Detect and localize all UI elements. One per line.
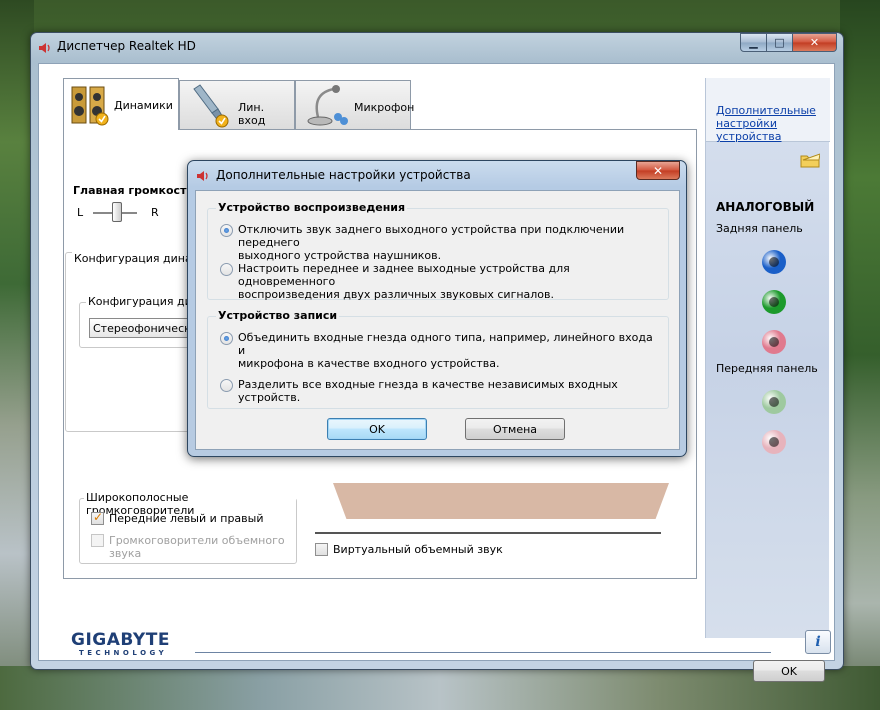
record-combine-radio[interactable] [220,332,233,345]
virtual-surround-label: Виртуальный объемный звук [333,543,503,556]
surround-speakers-label: Громкоговорители объемного звука [109,534,285,560]
advanced-device-settings-link[interactable]: Дополнительные настройки устройства [716,104,822,143]
playback-opt1-line1: Отключить звук заднего выходного устройс… [238,223,625,249]
info-icon: i [815,634,821,650]
rear-panel-label: Задняя панель [716,222,803,235]
folder-icon[interactable] [800,152,820,168]
close-button[interactable]: ✕ [793,33,837,52]
main-ok-button[interactable]: OK [753,660,825,682]
desktop-background-left [0,0,34,710]
microphone-icon [307,85,348,126]
speaker-dialog-icon [197,171,208,181]
rear-jack-blue[interactable] [762,250,786,274]
dialog-ok-button[interactable]: OK [327,418,427,440]
playback-device-group: Устройство воспроизведения Отключить зву… [207,201,669,301]
advanced-settings-dialog: Дополнительные настройки устройства ✕ Ус… [187,160,687,457]
tab-microphone-label: Микрофон [354,101,415,114]
line-in-icon [193,84,229,128]
desktop-background-bottom [0,666,880,710]
dialog-client-area: Устройство воспроизведения Отключить зву… [195,190,680,450]
recording-device-group: Устройство записи Объединить входные гне… [207,309,669,409]
balance-slider-thumb[interactable] [112,202,122,222]
balance-right-label: R [151,206,159,219]
link-line3: устройства [716,130,782,143]
record-separate-radio[interactable] [220,379,233,392]
surround-speakers-checkbox[interactable] [91,534,104,547]
rear-jack-green[interactable] [762,290,786,314]
playback-multistream-radio[interactable] [220,263,233,276]
speaker-app-icon [39,43,50,53]
record-separate-text: Разделить все входные гнезда в качестве … [238,378,618,404]
window-title: Диспетчер Realtek HD [57,39,196,53]
rear-jack-pink[interactable] [762,330,786,354]
front-jack-green[interactable] [762,390,786,414]
room-floor-graphic [333,483,669,519]
tab-line-in-label: Лин. вход [238,101,266,127]
recording-device-label: Устройство записи [216,309,340,322]
gigabyte-technology-text: TECHNOLOGY [79,649,168,657]
surround-line1: Громкоговорители объемного [109,534,285,547]
dialog-close-button[interactable]: ✕ [636,161,680,180]
playback-opt2-line1: Настроить переднее и заднее выходные уст… [238,262,570,288]
playback-opt1-line2: выходного устройства наушников. [238,249,442,262]
record-opt1-line1: Объединить входные гнезда одного типа, н… [238,331,653,357]
front-jack-pink[interactable] [762,430,786,454]
maximize-button[interactable]: □ [767,33,793,52]
minimize-button[interactable]: ▁ [740,33,767,52]
link-line1: Дополнительные [716,104,816,117]
virtual-surround-checkbox[interactable] [315,543,328,556]
record-opt1-line2: микрофона в качестве входного устройства… [238,357,500,370]
front-lr-label: Передние левый и правый [109,512,264,525]
balance-left-label: L [77,206,84,219]
room-floor-line [315,532,661,534]
front-lr-checkbox[interactable] [91,510,104,525]
tab-speakers-label: Динамики [114,99,173,112]
desktop-background-right [840,0,880,710]
playback-opt2-line2: воспроизведения двух различных звуковых … [238,288,555,301]
gigabyte-logo: GIGABYTE [71,630,170,650]
speakers-icon [71,86,109,126]
dialog-cancel-button[interactable]: Отмена [465,418,565,440]
link-line2: настройки [716,117,778,130]
analog-label: АНАЛОГОВЫЙ [716,200,815,214]
dialog-title: Дополнительные настройки устройства [216,168,471,182]
info-button[interactable]: i [805,630,831,654]
device-side-panel: Дополнительные настройки устройства АНАЛ… [705,78,830,638]
footer-divider [195,652,771,653]
surround-line2: звука [109,547,142,560]
playback-multistream-text: Настроить переднее и заднее выходные уст… [238,262,658,301]
record-combine-text: Объединить входные гнезда одного типа, н… [238,331,658,370]
playback-mute-rear-text: Отключить звук заднего выходного устройс… [238,223,658,262]
caption-buttons: ▁ □ ✕ [740,33,837,52]
tab-speakers[interactable]: Динамики [63,78,179,130]
playback-device-label: Устройство воспроизведения [216,201,408,214]
tab-microphone[interactable]: Микрофон [295,80,415,130]
tab-line-in[interactable]: Лин. вход [179,80,295,130]
main-volume-title: Главная громкость [73,184,194,197]
playback-mute-rear-radio[interactable] [220,224,233,237]
front-panel-label: Передняя панель [716,362,818,375]
